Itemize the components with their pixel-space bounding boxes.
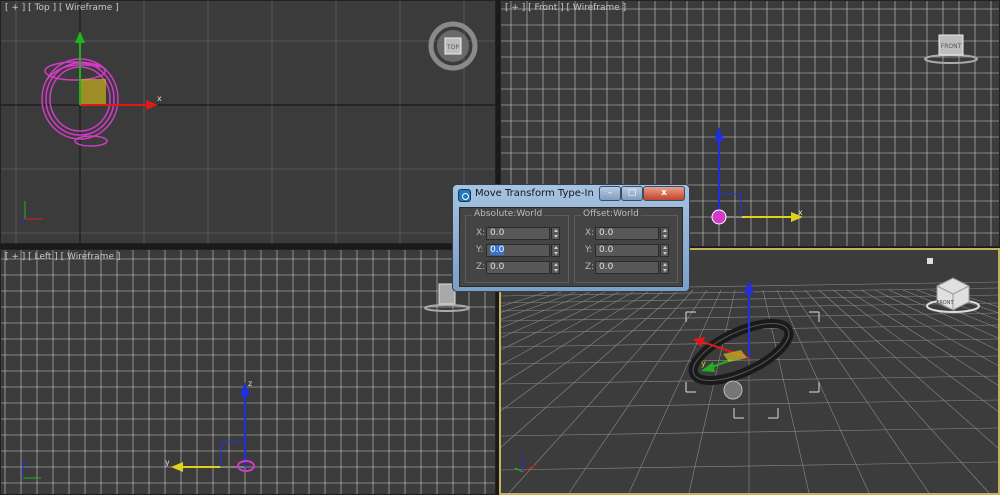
abs-y-spinner[interactable] bbox=[551, 244, 560, 257]
y-label: Y: bbox=[585, 245, 593, 255]
dialog-title: Move Transform Type-In bbox=[475, 188, 594, 199]
maximize-button[interactable]: □ bbox=[621, 186, 643, 201]
offset-world-group: Offset:World X: 0.0 Y: 0.0 Z: 0.0 bbox=[574, 209, 678, 283]
close-button[interactable]: x bbox=[643, 186, 685, 201]
viewcube-front[interactable]: FRONT bbox=[924, 34, 978, 64]
off-z-row: Z: 0.0 bbox=[575, 261, 677, 275]
abs-y-input[interactable]: 0.0 bbox=[486, 244, 550, 257]
z-label: Z: bbox=[476, 262, 486, 272]
axis-tripod bbox=[22, 460, 41, 479]
y-label: Y: bbox=[476, 245, 484, 255]
absolute-world-group: Absolute:World X: 0.0 Y: 0.0 Z: 0.0 bbox=[465, 209, 569, 283]
top-content: TOP x bbox=[20, 21, 478, 224]
abs-x-input[interactable]: 0.0 bbox=[486, 227, 550, 240]
axis-tripod bbox=[20, 201, 43, 224]
home-icon bbox=[927, 258, 933, 264]
minimize-button[interactable]: – bbox=[599, 186, 621, 201]
move-gizmo[interactable]: x bbox=[711, 127, 803, 225]
dialog-titlebar[interactable]: Move Transform Type-In – □ x bbox=[453, 185, 689, 205]
abs-x-spinner[interactable] bbox=[551, 227, 560, 240]
svg-text:y: y bbox=[165, 458, 170, 467]
left-content: z y bbox=[22, 283, 470, 479]
off-y-row: Y: 0.0 bbox=[575, 244, 677, 258]
off-x-spinner[interactable] bbox=[660, 227, 669, 240]
abs-x-row: X: 0.0 bbox=[466, 227, 568, 241]
group-label: Offset:World bbox=[581, 209, 641, 219]
viewport-left[interactable]: [ + ] [ Left ] [ Wireframe ] z y bbox=[0, 249, 496, 495]
axis-tripod bbox=[514, 454, 538, 473]
move-transform-dialog[interactable]: Move Transform Type-In – □ x Absolute:Wo… bbox=[452, 184, 690, 292]
viewcube-top[interactable]: TOP bbox=[428, 21, 478, 71]
off-x-row: X: 0.0 bbox=[575, 227, 677, 241]
abs-y-row: Y: 0.0 bbox=[466, 244, 568, 258]
ring-front-view bbox=[711, 209, 727, 225]
move-gizmo[interactable]: z y bbox=[165, 379, 255, 472]
off-z-spinner[interactable] bbox=[660, 261, 669, 274]
svg-text:FRONT: FRONT bbox=[936, 300, 954, 306]
group-label: Absolute:World bbox=[472, 209, 545, 219]
dialog-client: Absolute:World X: 0.0 Y: 0.0 Z: 0.0 Offs… bbox=[459, 207, 683, 287]
svg-text:TOP: TOP bbox=[446, 44, 459, 51]
z-label: Z: bbox=[585, 262, 595, 272]
abs-z-row: Z: 0.0 bbox=[466, 261, 568, 275]
off-y-input[interactable]: 0.0 bbox=[595, 244, 659, 257]
viewport-top[interactable]: [ + ] [ Top ] [ Wireframe ] TOP x bbox=[0, 0, 496, 244]
off-x-input[interactable]: 0.0 bbox=[595, 227, 659, 240]
off-y-spinner[interactable] bbox=[660, 244, 669, 257]
svg-text:x: x bbox=[798, 208, 803, 217]
gem bbox=[723, 380, 743, 400]
viewcube-perspective[interactable]: FRONT bbox=[926, 258, 980, 313]
svg-text:y: y bbox=[701, 359, 706, 368]
gizmo-plane[interactable] bbox=[80, 79, 106, 105]
x-label: X: bbox=[585, 228, 595, 238]
svg-text:FRONT: FRONT bbox=[941, 43, 962, 50]
app-icon bbox=[458, 189, 471, 202]
svg-text:z: z bbox=[248, 379, 252, 388]
off-z-input[interactable]: 0.0 bbox=[595, 261, 659, 274]
x-label: X: bbox=[476, 228, 486, 238]
svg-text:x: x bbox=[157, 94, 162, 103]
abs-z-input[interactable]: 0.0 bbox=[486, 261, 550, 274]
abs-z-spinner[interactable] bbox=[551, 261, 560, 274]
